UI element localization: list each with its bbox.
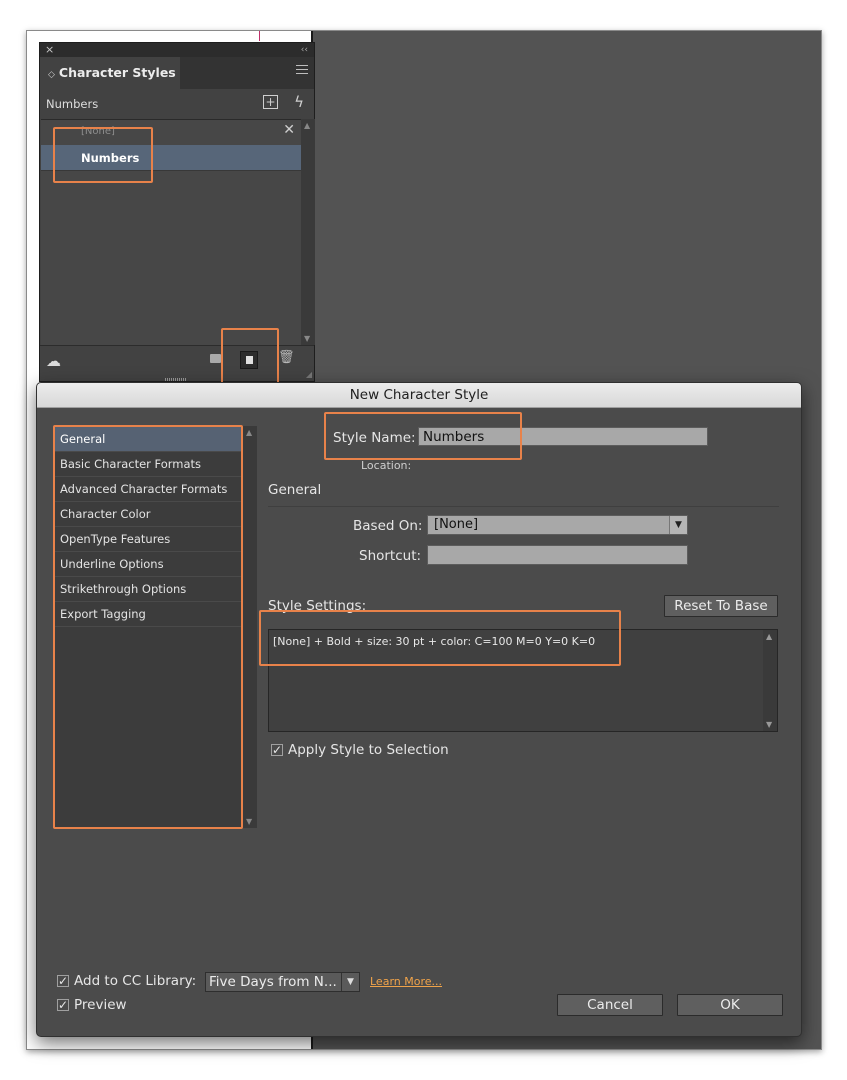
based-on-select[interactable]: [None] ▼: [427, 515, 688, 535]
new-character-style-dialog: New Character Style General Basic Charac…: [36, 382, 802, 1037]
preview-checkbox[interactable]: ✓ Preview: [57, 997, 127, 1013]
section-title: General: [268, 482, 322, 498]
highlight-box: [221, 328, 279, 388]
scroll-up-icon[interactable]: ▲: [766, 632, 772, 641]
based-on-label: Based On:: [353, 518, 423, 534]
ok-button[interactable]: OK: [677, 994, 783, 1016]
apply-style-label: Apply Style to Selection: [288, 742, 449, 758]
cc-library-value: Five Days from N...: [209, 974, 337, 990]
expand-collapse-icon: ◇: [48, 70, 55, 80]
scroll-down-icon[interactable]: ▼: [304, 334, 310, 343]
panel-subheader: Numbers + ϟ: [40, 89, 314, 117]
category-list-scrollbar[interactable]: ▲ ▼: [243, 426, 257, 828]
divider: [268, 506, 779, 507]
reset-to-base-button[interactable]: Reset To Base: [664, 595, 778, 617]
style-settings-scrollbar[interactable]: ▲ ▼: [763, 630, 777, 731]
highlight-box: [53, 127, 153, 183]
clear-overrides-icon[interactable]: ✕: [283, 122, 295, 138]
checkbox-checked-icon[interactable]: ✓: [57, 975, 69, 987]
close-icon[interactable]: ×: [45, 43, 54, 57]
trash-icon[interactable]: 🗑: [278, 350, 295, 365]
collapse-icon[interactable]: ‹‹: [301, 43, 308, 57]
drag-handle[interactable]: [165, 378, 187, 381]
scroll-down-icon[interactable]: ▼: [766, 720, 772, 729]
resize-grip-icon[interactable]: ◢: [306, 370, 312, 379]
shortcut-field[interactable]: [427, 545, 688, 565]
cc-library-icon[interactable]: ☁: [46, 352, 61, 370]
styles-list-scrollbar[interactable]: ▲ ▼: [301, 119, 315, 345]
current-style-label: Numbers: [46, 97, 99, 111]
cc-library-label: Add to CC Library:: [74, 973, 197, 989]
dialog-title: New Character Style: [37, 383, 801, 408]
add-to-cc-library-checkbox[interactable]: ✓ Add to CC Library:: [57, 973, 196, 989]
based-on-value: [None]: [434, 517, 479, 532]
panel-menu-icon[interactable]: [296, 65, 308, 77]
panel-tab-bar: ◇ Character Styles: [40, 57, 314, 89]
shortcut-label: Shortcut:: [359, 548, 422, 564]
cancel-button[interactable]: Cancel: [557, 994, 663, 1016]
page-guide-mark: [259, 31, 260, 41]
chevron-down-icon[interactable]: ▼: [341, 973, 359, 991]
learn-more-link[interactable]: Learn More...: [370, 975, 442, 988]
create-style-group-icon[interactable]: +: [263, 95, 278, 109]
chevron-down-icon[interactable]: ▼: [669, 516, 687, 534]
preview-label: Preview: [74, 997, 127, 1013]
panel-title-bar: × ‹‹: [40, 43, 314, 57]
highlight-box: [259, 610, 621, 666]
highlight-box: [324, 412, 522, 460]
checkbox-checked-icon[interactable]: ✓: [271, 744, 283, 756]
scroll-up-icon[interactable]: ▲: [246, 428, 252, 437]
tab-label: Character Styles: [58, 65, 176, 80]
folder-icon[interactable]: [210, 354, 221, 363]
apply-style-checkbox[interactable]: ✓ Apply Style to Selection: [271, 742, 449, 758]
scroll-up-icon[interactable]: ▲: [304, 121, 310, 130]
location-label: Location:: [361, 459, 412, 472]
highlight-box: [53, 425, 243, 829]
scroll-down-icon[interactable]: ▼: [246, 817, 252, 826]
tab-character-styles[interactable]: ◇ Character Styles: [40, 57, 180, 89]
cc-library-select[interactable]: Five Days from N... ▼: [205, 972, 360, 992]
quick-apply-icon[interactable]: ϟ: [294, 93, 304, 111]
checkbox-checked-icon[interactable]: ✓: [57, 999, 69, 1011]
